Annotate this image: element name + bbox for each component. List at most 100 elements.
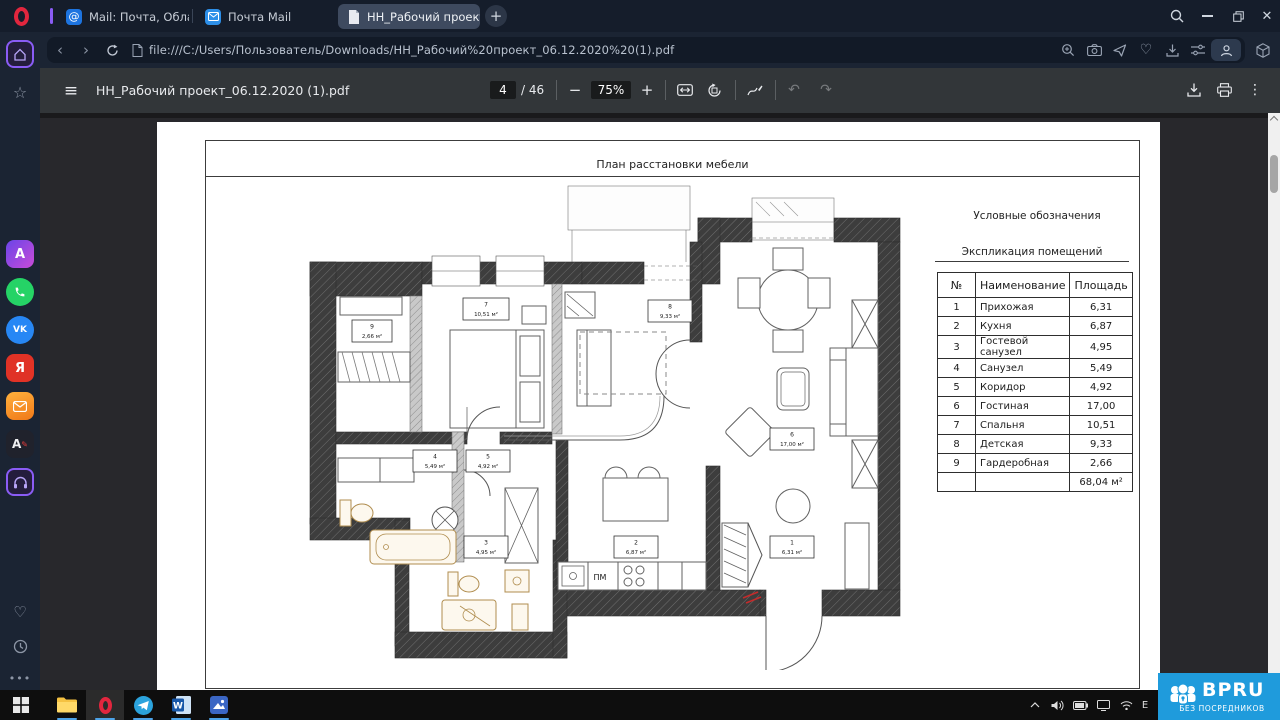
pdf-page: План расстановки мебели Условные обознач… xyxy=(157,122,1160,690)
svg-text:W: W xyxy=(173,702,183,712)
draw-annotate-icon[interactable] xyxy=(743,79,767,101)
pdf-download-icon[interactable] xyxy=(1182,79,1206,101)
assistant-icon[interactable]: A✎ xyxy=(6,430,34,458)
close-button[interactable]: ✕ xyxy=(1255,5,1279,27)
address-field[interactable]: ‹ › file:///C:/Users/Пользователь/Downlo… xyxy=(47,37,1245,63)
whatsapp-icon[interactable] xyxy=(6,278,34,306)
tray-chevron-icon[interactable] xyxy=(1023,690,1046,720)
scrollbar-thumb[interactable] xyxy=(1270,155,1278,193)
table-row: 6Гостиная17,00 xyxy=(938,397,1133,416)
col-num: № xyxy=(938,273,976,298)
easy-setup-icon[interactable] xyxy=(1185,44,1211,56)
pinboard-star-icon[interactable]: ☆ xyxy=(6,78,34,106)
redo-icon: ↷ xyxy=(815,79,837,101)
room-label-9: 9 2,66 м² xyxy=(352,320,392,342)
display-icon[interactable] xyxy=(1092,690,1115,720)
taskbar: W E xyxy=(0,690,1280,720)
room-label-2: 26,87 м² xyxy=(614,536,658,558)
toolbar-divider xyxy=(735,80,736,100)
room-label-8: 89,33 м² xyxy=(648,300,692,322)
vk-icon[interactable]: VK xyxy=(6,316,34,344)
print-icon[interactable] xyxy=(1212,79,1236,101)
history-clock-icon[interactable] xyxy=(6,632,34,660)
yandex-icon[interactable]: Я xyxy=(6,354,34,382)
minimize-button[interactable] xyxy=(1195,5,1219,27)
new-tab-button[interactable]: + xyxy=(485,5,507,27)
tab-title: Почта Mail xyxy=(228,10,291,24)
rotate-icon[interactable] xyxy=(702,79,726,101)
legend-heading: Условные обозначения xyxy=(927,210,1147,222)
svg-text:4,95 м²: 4,95 м² xyxy=(476,549,496,556)
titleblock-line xyxy=(205,176,1140,177)
col-area: Площадь xyxy=(1070,273,1132,298)
table-row: 4Санузел5,49 xyxy=(938,359,1133,378)
opera-logo-icon[interactable] xyxy=(6,3,36,29)
svg-text:1: 1 xyxy=(790,540,794,547)
svg-text:6: 6 xyxy=(790,432,794,439)
table-row: 5Коридор4,92 xyxy=(938,378,1133,397)
volume-icon[interactable] xyxy=(1046,690,1069,720)
maximize-button[interactable] xyxy=(1226,5,1250,27)
page-icon xyxy=(125,44,149,57)
zoom-in-button[interactable]: + xyxy=(636,79,658,101)
battery-icon[interactable] xyxy=(1069,690,1092,720)
pdf-viewer: План расстановки мебели Условные обознач… xyxy=(40,113,1280,690)
extensions-cube-icon[interactable] xyxy=(1252,39,1274,61)
start-button[interactable] xyxy=(2,690,40,720)
tab-island-indicator xyxy=(50,8,53,24)
table-row: 7Спальня10,51 xyxy=(938,416,1133,435)
word-icon[interactable]: W xyxy=(162,690,200,720)
reload-icon[interactable] xyxy=(99,44,125,57)
home-button[interactable] xyxy=(6,40,34,68)
room-label-6: 617,00 м² xyxy=(770,428,814,450)
svg-text:2,66 м²: 2,66 м² xyxy=(362,333,382,340)
favorites-heart-icon[interactable]: ♡ xyxy=(6,598,34,626)
profile-icon[interactable] xyxy=(1211,39,1241,61)
scroll-up-arrow[interactable] xyxy=(1270,116,1278,124)
photos-icon[interactable] xyxy=(200,690,238,720)
svg-text:4: 4 xyxy=(433,454,437,461)
language-indicator[interactable]: E xyxy=(1138,690,1152,720)
table-row: 8Детская9,33 xyxy=(938,435,1133,454)
zoom-in-page-icon[interactable] xyxy=(1055,43,1081,57)
fit-page-icon[interactable] xyxy=(673,79,697,101)
zoom-level-input[interactable]: 75% xyxy=(591,81,631,99)
opera-taskbar-icon[interactable] xyxy=(86,690,124,720)
network-icon[interactable] xyxy=(1115,690,1138,720)
tab-pdf-active[interactable]: НН_Рабочий проект_06.1 xyxy=(338,4,480,29)
tab-mail-ru[interactable]: @ Mail: Почта, Облако, Кал xyxy=(57,4,189,29)
opera-mail-icon[interactable] xyxy=(6,392,34,420)
svg-text:5: 5 xyxy=(486,454,490,461)
sheet-title: План расстановки мебели xyxy=(205,158,1140,171)
svg-text:9: 9 xyxy=(370,324,374,331)
telegram-icon[interactable] xyxy=(124,690,162,720)
tab-bar: @ Mail: Почта, Облако, Кал Почта Mail НН… xyxy=(0,0,1280,32)
scrollbar[interactable] xyxy=(1268,113,1280,690)
aria-icon[interactable]: A xyxy=(6,240,34,268)
room-label-1: 16,31 м² xyxy=(770,536,814,558)
more-menu-icon[interactable]: ⋮ xyxy=(1244,79,1266,101)
tab-title: НН_Рабочий проект_06.1 xyxy=(367,10,480,24)
room-label-4: 45,49 м² xyxy=(413,450,457,472)
snapshot-camera-icon[interactable] xyxy=(1081,44,1107,56)
tab-title: Mail: Почта, Облако, Кал xyxy=(89,10,189,24)
dishwasher-label: ПМ xyxy=(594,573,607,582)
tab-separator xyxy=(192,9,193,23)
my-flow-icon[interactable] xyxy=(1107,44,1133,57)
page-number-input[interactable]: 4 xyxy=(490,81,516,99)
sidebar-more-icon[interactable]: ••• xyxy=(6,664,34,692)
download-page-icon[interactable] xyxy=(1159,44,1185,57)
back-button[interactable]: ‹ xyxy=(47,41,73,59)
bookmark-heart-icon[interactable]: ♡ xyxy=(1133,42,1159,58)
player-icon[interactable] xyxy=(6,468,34,496)
svg-text:4,92 м²: 4,92 м² xyxy=(478,463,498,470)
file-explorer-icon[interactable] xyxy=(48,690,86,720)
tab-pochta-mail[interactable]: Почта Mail xyxy=(196,4,326,29)
sidebar: ☆ A VK Я A✎ ♡ ••• xyxy=(0,32,40,690)
zoom-out-button[interactable]: − xyxy=(564,79,586,101)
svg-text:9,33 м²: 9,33 м² xyxy=(660,313,680,320)
search-icon[interactable] xyxy=(1165,5,1189,27)
pdf-menu-icon[interactable]: ≡ xyxy=(58,79,84,103)
table-heading: Экспликация помещений xyxy=(927,246,1137,258)
forward-button[interactable]: › xyxy=(73,41,99,59)
